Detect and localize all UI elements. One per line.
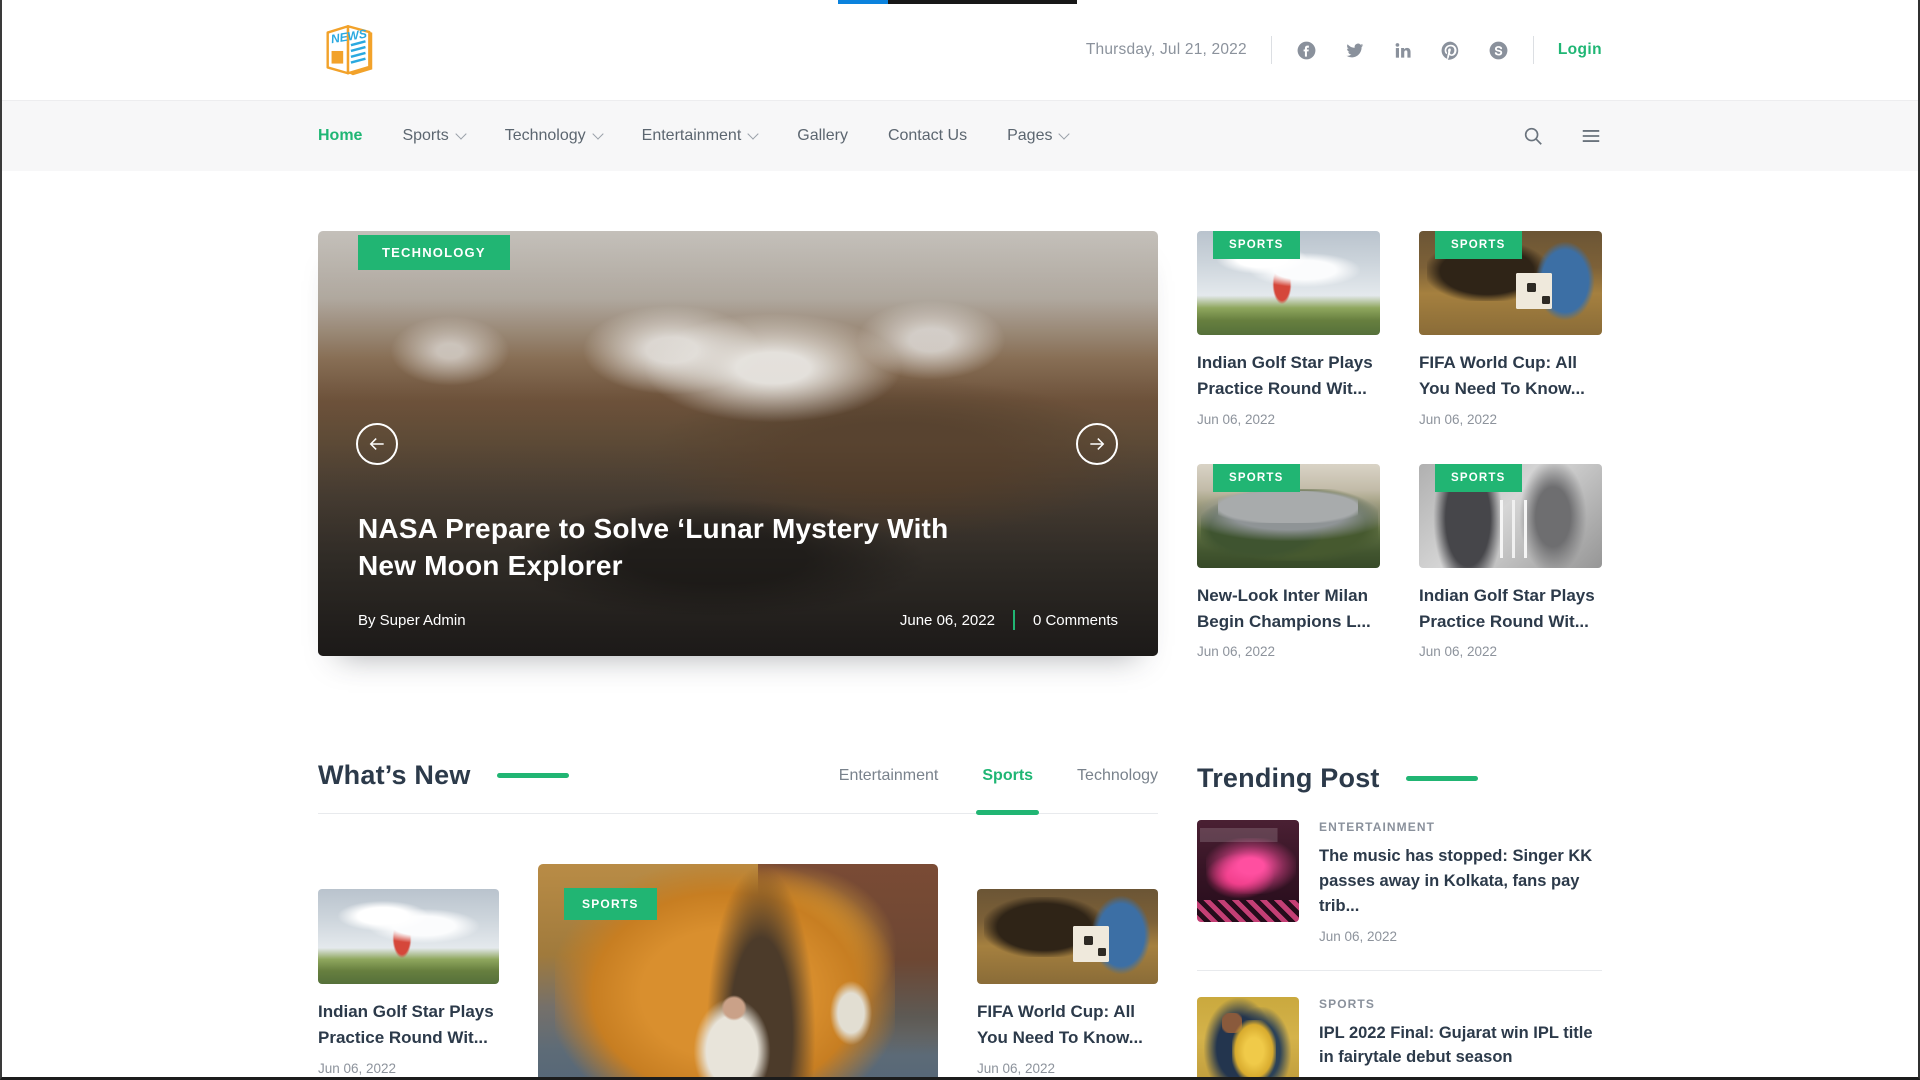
post-date: Jun 06, 2022 (1197, 412, 1380, 427)
nav-item-gallery[interactable]: Gallery (797, 127, 848, 145)
featured-posts-grid: SPORTS Indian Golf Star Plays Practice R… (1197, 231, 1602, 659)
post-date: Jun 06, 2022 (1419, 644, 1602, 659)
chevron-down-icon (455, 128, 466, 139)
divider (1013, 610, 1015, 630)
post-title[interactable]: FIFA World Cup: All You Need To Know... (977, 999, 1158, 1052)
post-title[interactable]: New-Look Inter Milan Begin Champions L..… (1197, 583, 1380, 636)
post-thumbnail-golf[interactable]: SPORTS (1197, 231, 1380, 335)
post-thumbnail-stadium[interactable]: SPORTS (1197, 464, 1380, 568)
hero-caption: NASA Prepare to Solve ‘Lunar Mystery Wit… (358, 510, 1118, 630)
post-title[interactable]: IPL 2022 Final: Gujarat win IPL title in… (1319, 1021, 1602, 1071)
header-meta: Thursday, Jul 21, 2022 (1086, 36, 1602, 64)
tab-technology[interactable]: Technology (1077, 767, 1158, 785)
loading-progress-bar (838, 0, 1077, 4)
whats-new-card: FIFA World Cup: All You Need To Know... … (977, 889, 1158, 1076)
social-links (1296, 40, 1509, 61)
news-logo-icon[interactable]: NEWS (318, 19, 380, 81)
post-category[interactable]: SPORTS (1319, 997, 1602, 1011)
divider (1271, 36, 1272, 64)
nav-item-pages[interactable]: Pages (1007, 127, 1068, 145)
nav-item-home[interactable]: Home (318, 127, 362, 145)
skype-icon[interactable] (1488, 40, 1509, 61)
main-navbar: Home Sports Technology Entertainment Gal… (2, 100, 1918, 171)
browser-page: NEWS Thursday, Jul 21, 2022 (0, 0, 1920, 1080)
tab-entertainment[interactable]: Entertainment (839, 767, 939, 785)
site-header: NEWS Thursday, Jul 21, 2022 (318, 0, 1602, 100)
menu-icon[interactable] (1580, 125, 1602, 147)
title-accent-dash (497, 773, 569, 778)
slider-next-arrow-icon[interactable] (1076, 423, 1118, 465)
chevron-down-icon (592, 128, 603, 139)
hero-comments[interactable]: 0 Comments (1033, 612, 1118, 629)
trending-post-section: Trending Post ENTERTAINMENT The music ha… (1197, 763, 1602, 1080)
post-card: SPORTS New-Look Inter Milan Begin Champi… (1197, 464, 1380, 660)
hero-date: June 06, 2022 (900, 612, 995, 629)
post-thumbnail-cricket[interactable]: SPORTS (1419, 464, 1602, 568)
post-title[interactable]: Indian Golf Star Plays Practice Round Wi… (1197, 350, 1380, 403)
nav-item-sports[interactable]: Sports (402, 127, 464, 145)
slider-prev-arrow-icon[interactable] (356, 423, 398, 465)
post-thumbnail-ipl-trophy[interactable] (1197, 997, 1299, 1080)
post-date: Jun 06, 2022 (318, 1061, 499, 1076)
search-icon[interactable] (1522, 125, 1544, 147)
post-thumbnail-cinema[interactable] (1197, 820, 1299, 922)
current-date: Thursday, Jul 21, 2022 (1086, 41, 1247, 59)
post-category-badge[interactable]: SPORTS (1435, 231, 1522, 259)
post-thumbnail-football[interactable]: SPORTS (1419, 231, 1602, 335)
post-date: Jun 06, 2022 (1197, 644, 1380, 659)
post-category-badge[interactable]: SPORTS (1435, 464, 1522, 492)
post-category[interactable]: ENTERTAINMENT (1319, 820, 1602, 834)
post-card: SPORTS FIFA World Cup: All You Need To K… (1419, 231, 1602, 427)
post-date: Jun 06, 2022 (1419, 412, 1602, 427)
post-date: Jun 06, 2022 (977, 1061, 1158, 1076)
tab-sports[interactable]: Sports (982, 767, 1033, 785)
post-category-badge[interactable]: SPORTS (564, 888, 657, 920)
nav-actions (1522, 125, 1602, 147)
login-link[interactable]: Login (1558, 41, 1602, 59)
nav-item-technology[interactable]: Technology (505, 127, 602, 145)
trending-item: ENTERTAINMENT The music has stopped: Sin… (1197, 820, 1602, 970)
post-category-badge[interactable]: SPORTS (1213, 464, 1300, 492)
section-title: Trending Post (1197, 763, 1380, 794)
post-title[interactable]: Indian Golf Star Plays Practice Round Wi… (318, 999, 499, 1052)
hero-slider: TECHNOLOGY NASA Prepare to Solve ‘Lunar … (318, 231, 1158, 656)
hero-author[interactable]: By Super Admin (358, 612, 466, 629)
post-title[interactable]: FIFA World Cup: All You Need To Know... (1419, 350, 1602, 403)
chevron-down-icon (748, 128, 759, 139)
pinterest-icon[interactable] (1440, 40, 1461, 61)
post-title[interactable]: Indian Golf Star Plays Practice Round Wi… (1419, 583, 1602, 636)
post-thumbnail-basketball[interactable]: SPORTS (538, 864, 938, 1080)
post-date: Jun 06, 2022 (1319, 929, 1602, 944)
section-title: What’s New (318, 760, 471, 791)
hero-category-badge[interactable]: TECHNOLOGY (358, 235, 510, 270)
trending-item: SPORTS IPL 2022 Final: Gujarat win IPL t… (1197, 971, 1602, 1080)
whats-new-tabs: Entertainment Sports Technology (839, 767, 1158, 785)
post-category-badge[interactable]: SPORTS (1213, 231, 1300, 259)
title-accent-dash (1406, 776, 1478, 781)
post-thumbnail-golf[interactable] (318, 889, 499, 984)
nav-menu: Home Sports Technology Entertainment Gal… (318, 127, 1068, 145)
whats-new-section: What’s New Entertainment Sports Technolo… (318, 760, 1158, 1080)
post-thumbnail-football[interactable] (977, 889, 1158, 984)
nav-item-entertainment[interactable]: Entertainment (642, 127, 758, 145)
hero-title[interactable]: NASA Prepare to Solve ‘Lunar Mystery Wit… (358, 510, 983, 584)
whats-new-card-featured: SPORTS (538, 864, 938, 1080)
twitter-icon[interactable] (1344, 40, 1365, 61)
divider (1533, 36, 1534, 64)
whats-new-card: Indian Golf Star Plays Practice Round Wi… (318, 889, 499, 1076)
post-card: SPORTS Indian Golf Star Plays Practice R… (1197, 231, 1380, 427)
post-title[interactable]: The music has stopped: Singer KK passes … (1319, 844, 1602, 918)
facebook-icon[interactable] (1296, 40, 1317, 61)
linkedin-icon[interactable] (1392, 40, 1413, 61)
nav-item-contact-us[interactable]: Contact Us (888, 127, 967, 145)
post-card: SPORTS Indian Golf Star Plays Practice R… (1419, 464, 1602, 660)
chevron-down-icon (1059, 128, 1070, 139)
